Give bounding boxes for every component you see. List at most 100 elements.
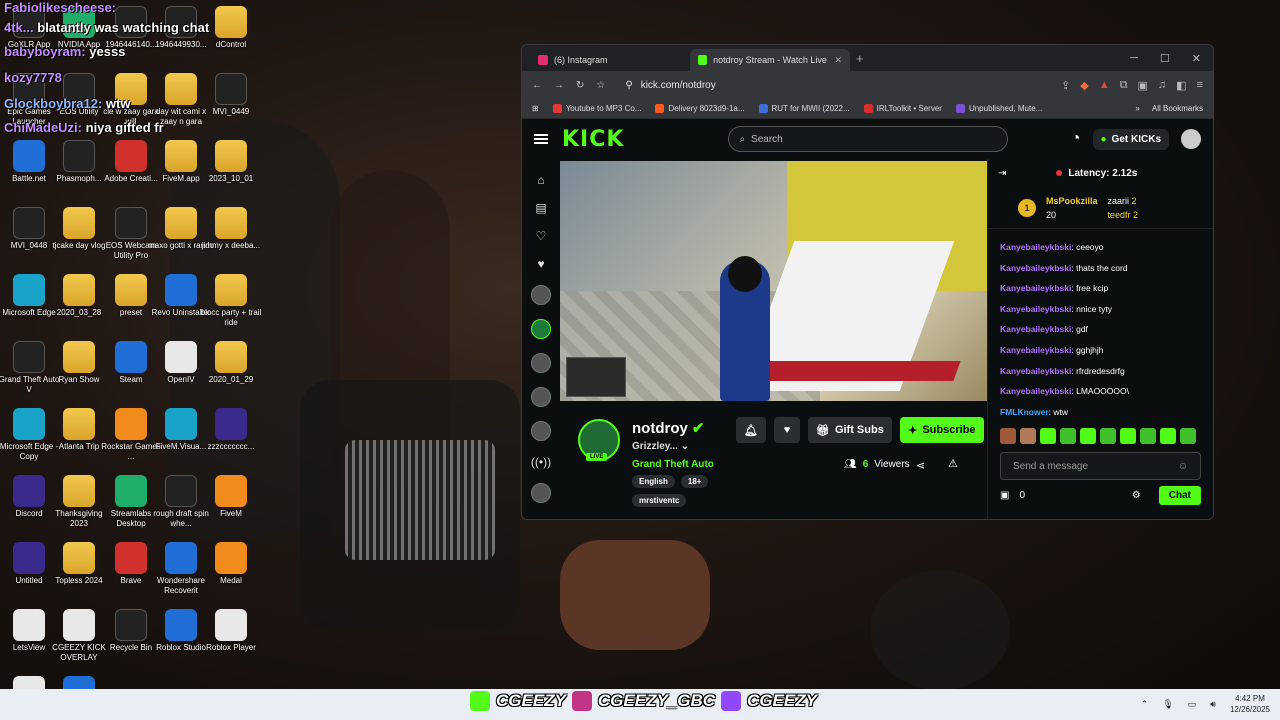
followed-channel-avatar[interactable] <box>531 421 551 441</box>
followed-channel-avatar[interactable] <box>531 285 551 305</box>
settings-gear-icon[interactable]: ⚙ <box>1132 490 1141 501</box>
follow-button[interactable]: ♥ <box>773 417 800 443</box>
tab-kick[interactable]: notdroy Stream - Watch Live on ✕ <box>690 49 850 71</box>
network-icon[interactable]: ▭ <box>1188 699 1197 710</box>
chat-username[interactable]: Kanyebaileykbski <box>1000 304 1071 314</box>
notifications-icon[interactable]: ◔ <box>1071 130 1081 148</box>
all-bookmarks-button[interactable]: All Bookmarks <box>1152 104 1203 113</box>
back-icon[interactable]: ← <box>532 80 542 91</box>
share-icon[interactable]: ⋖ <box>916 459 925 472</box>
reload-icon[interactable]: ↻ <box>576 80 584 91</box>
bookmark-item[interactable]: Delivery 8023d9-1a... <box>655 104 745 113</box>
emote-icon[interactable] <box>1000 428 1016 445</box>
followed-channel-avatar[interactable] <box>531 387 551 407</box>
chat-username[interactable]: Kanyebaileykbski <box>1000 263 1071 273</box>
volume-icon[interactable]: 🔊︎ <box>1210 699 1216 710</box>
sidebar-icon[interactable]: ◧ <box>1176 79 1186 92</box>
emote-icon[interactable] <box>1160 428 1176 445</box>
leader-name[interactable]: teedfr <box>1108 210 1131 220</box>
bookmark-item[interactable]: RUT for MWII (2022... <box>758 104 850 113</box>
bookmark-item[interactable]: IRLToolkit • Server <box>863 104 942 113</box>
kick-logo[interactable]: KICK <box>562 127 624 152</box>
leader-name[interactable]: zaarii <box>1108 196 1130 206</box>
chat-username[interactable]: Kanyebaileykbski <box>1000 386 1071 396</box>
desktop-icon[interactable]: FiveM <box>198 475 264 519</box>
hamburger-menu-icon[interactable] <box>534 134 548 144</box>
subscribe-button[interactable]: ✦ Subscribe <box>899 417 984 443</box>
media-icon[interactable]: ♫ <box>1158 79 1166 92</box>
tag[interactable]: mrstiventc <box>632 494 687 507</box>
bookmark-item[interactable]: Unpublished, Mute... <box>955 104 1042 113</box>
maximize-icon[interactable]: ☐ <box>1160 52 1170 65</box>
chat-username[interactable]: FMLKnower <box>1000 407 1049 417</box>
search-input[interactable]: ⌕ Search <box>728 126 1009 152</box>
bookmark-item[interactable]: Youtube to MP3 Co... <box>552 104 641 113</box>
desktop-icon[interactable]: Roblox Player <box>198 609 264 653</box>
desktop-icon[interactable]: Medal <box>198 542 264 586</box>
user-avatar[interactable] <box>1181 129 1201 149</box>
heart-icon[interactable]: ♥ <box>537 257 544 271</box>
rewards-icon[interactable]: ▲ <box>1099 79 1110 92</box>
followed-channel-avatar[interactable] <box>531 319 551 339</box>
extensions-icon[interactable]: ⧉ <box>1120 79 1128 92</box>
emote-icon[interactable] <box>1180 428 1196 445</box>
collapse-chat-icon[interactable]: ⇥ <box>998 168 1006 179</box>
emote-icon[interactable] <box>1080 428 1096 445</box>
microphone-icon[interactable]: 🎙︎ <box>1162 699 1173 710</box>
get-kicks-button[interactable]: ● Get KICKs <box>1092 128 1169 150</box>
wallet-icon[interactable]: ▣ <box>1138 79 1148 92</box>
new-tab-button[interactable]: + <box>856 51 864 66</box>
url-field[interactable]: ⚲ kick.com/notdroy <box>617 75 917 95</box>
notifications-bell-button[interactable]: 🔔︎ <box>736 417 766 443</box>
desktop-icon[interactable]: blocc party + trail ride <box>198 274 264 328</box>
more-bookmarks-button[interactable]: » <box>1135 104 1139 113</box>
chevron-up-icon[interactable]: ⌃ <box>1141 699 1149 710</box>
channel-name[interactable]: notdroy <box>632 420 688 437</box>
emote-icon[interactable] <box>1060 428 1076 445</box>
desktop-icon[interactable]: zzzccccccc... <box>198 408 264 452</box>
emote-icon[interactable] <box>1120 428 1136 445</box>
followed-channel-avatar[interactable] <box>531 353 551 373</box>
desktop-icon[interactable]: 2023_10_01 <box>198 140 264 184</box>
chat-username[interactable]: Kanyebaileykbski <box>1000 324 1071 334</box>
gift-subs-button[interactable]: 🎁︎ Gift Subs <box>807 417 892 443</box>
bookmark-icon[interactable]: ☆ <box>596 80 605 91</box>
menu-icon[interactable]: ≡ <box>1197 79 1203 92</box>
emote-icon[interactable] <box>1020 428 1036 445</box>
chat-username[interactable]: Kanyebaileykbski <box>1000 345 1071 355</box>
tag[interactable]: English <box>632 475 675 488</box>
emote-icon[interactable] <box>1100 428 1116 445</box>
close-window-icon[interactable]: ✕ <box>1192 52 1201 65</box>
system-clock[interactable]: 4:42 PM 12/26/2025 <box>1230 693 1270 715</box>
brave-shield-icon[interactable]: ◆ <box>1080 79 1088 92</box>
close-tab-icon[interactable]: ✕ <box>834 55 842 66</box>
live-channels-icon[interactable]: ((•)) <box>531 455 551 469</box>
browse-icon[interactable]: ▤ <box>535 201 546 215</box>
leader-name[interactable]: MsPookzilla <box>1046 196 1098 206</box>
emoji-icon[interactable]: ☺ <box>1178 461 1188 472</box>
chat-username[interactable]: Kanyebaileykbski <box>1000 366 1071 376</box>
chat-message-input[interactable]: Send a message ☺ <box>1000 452 1201 481</box>
emote-icon[interactable] <box>1040 428 1056 445</box>
minimize-icon[interactable]: ─ <box>1130 52 1138 65</box>
chat-username[interactable]: Kanyebaileykbski <box>1000 283 1071 293</box>
home-icon[interactable]: ⌂ <box>537 173 544 187</box>
chevron-down-icon[interactable]: ⌄ <box>681 441 689 452</box>
apps-icon[interactable]: ⊞ <box>532 104 539 113</box>
followed-channel-avatar[interactable] <box>531 483 551 503</box>
desktop-icon[interactable]: MVI_0449 <box>198 73 264 117</box>
share-icon[interactable]: ⇪ <box>1061 79 1070 92</box>
video-player[interactable] <box>560 161 987 401</box>
chat-username[interactable]: Kanyebaileykbski <box>1000 242 1071 252</box>
forward-icon[interactable]: → <box>554 80 564 91</box>
desktop-icon[interactable]: 2020_01_29 <box>198 341 264 385</box>
following-icon[interactable]: ♡ <box>536 229 547 243</box>
send-chat-button[interactable]: Chat <box>1158 486 1201 506</box>
stream-category[interactable]: Grand Theft Auto <box>632 459 714 470</box>
tag[interactable]: 18+ <box>680 475 709 488</box>
emote-icon[interactable] <box>1140 428 1156 445</box>
report-icon[interactable]: ⚠ <box>948 457 958 470</box>
tab-instagram[interactable]: (6) Instagram <box>530 49 690 71</box>
site-info-icon[interactable]: ⚲ <box>625 80 632 91</box>
desktop-icon[interactable]: jimmy x deeba... <box>198 207 264 251</box>
